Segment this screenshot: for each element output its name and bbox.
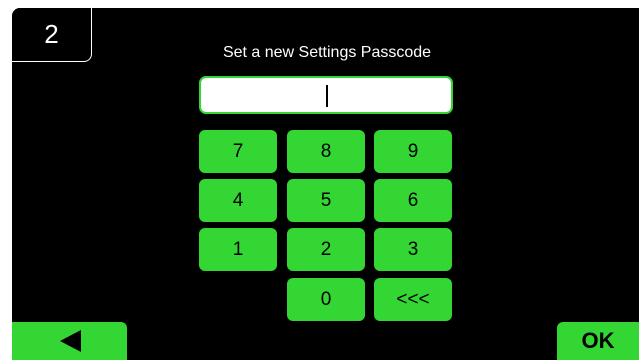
key-1[interactable]: 1 [199,228,277,271]
back-button[interactable] [12,322,127,360]
step-indicator: 2 [12,8,92,62]
key-8[interactable]: 8 [287,130,365,173]
key-0[interactable]: 0 [287,278,365,321]
prompt-text: Set a new Settings Passcode [222,44,432,61]
key-9[interactable]: 9 [374,130,452,173]
key-7[interactable]: 7 [199,130,277,173]
ok-label: OK [581,328,615,353]
passcode-input[interactable] [199,76,453,114]
key-5[interactable]: 5 [287,179,365,222]
text-caret [326,85,328,107]
key-2[interactable]: 2 [287,228,365,271]
ok-button[interactable]: OK [557,322,639,360]
left-triangle-icon [59,330,81,352]
key-6[interactable]: 6 [374,179,452,222]
key-3[interactable]: 3 [374,228,452,271]
key-4[interactable]: 4 [199,179,277,222]
backspace-key[interactable]: <<< [374,278,452,321]
step-number: 2 [44,19,59,49]
